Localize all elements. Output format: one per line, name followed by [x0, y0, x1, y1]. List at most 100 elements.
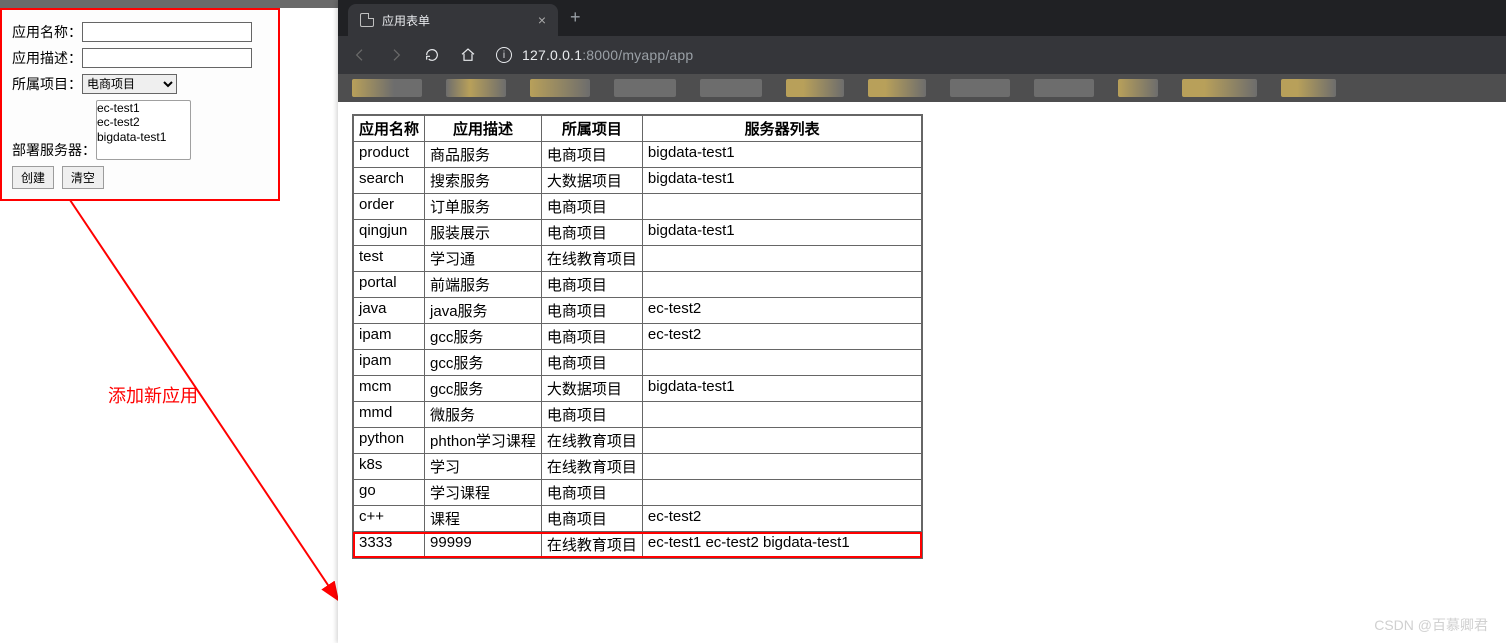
table-cell: 搜索服务	[425, 168, 542, 194]
table-cell: bigdata-test1	[642, 220, 922, 246]
clear-button[interactable]: 清空	[62, 166, 104, 189]
table-cell: bigdata-test1	[642, 376, 922, 402]
bookmark-item[interactable]	[868, 79, 926, 97]
table-cell: phthon学习课程	[425, 428, 542, 454]
table-cell: 大数据项目	[541, 168, 642, 194]
table-cell: c++	[353, 506, 425, 532]
bookmark-item[interactable]	[1182, 79, 1257, 97]
annotation-arrow	[60, 190, 350, 620]
bookmark-item[interactable]	[786, 79, 844, 97]
table-cell: 在线教育项目	[541, 454, 642, 480]
table-cell: 服装展示	[425, 220, 542, 246]
tab-title: 应用表单	[382, 12, 430, 29]
app-create-form: 应用名称： 应用描述： 所属项目： 电商项目 部署服务器： ec-test1ec…	[0, 8, 280, 201]
table-cell: 99999	[425, 532, 542, 559]
table-row: mmd微服务电商项目	[353, 402, 922, 428]
table-cell: mmd	[353, 402, 425, 428]
table-cell: 在线教育项目	[541, 532, 642, 559]
table-cell: 学习	[425, 454, 542, 480]
table-row: 333399999在线教育项目ec-test1 ec-test2 bigdata…	[353, 532, 922, 559]
table-cell: 订单服务	[425, 194, 542, 220]
table-cell: ec-test2	[642, 324, 922, 350]
table-cell: 电商项目	[541, 324, 642, 350]
bookmark-item[interactable]	[700, 79, 762, 97]
table-cell: 在线教育项目	[541, 246, 642, 272]
table-cell	[642, 454, 922, 480]
table-cell	[642, 480, 922, 506]
bookmark-item[interactable]	[352, 79, 422, 97]
table-row: order订单服务电商项目	[353, 194, 922, 220]
project-select[interactable]: 电商项目	[82, 74, 177, 94]
table-row: c++课程电商项目ec-test2	[353, 506, 922, 532]
table-cell: 电商项目	[541, 298, 642, 324]
table-cell	[642, 272, 922, 298]
table-cell: 电商项目	[541, 506, 642, 532]
bookmark-item[interactable]	[446, 79, 506, 97]
table-row: javajava服务电商项目ec-test2	[353, 298, 922, 324]
browser-tab[interactable]: 应用表单 ×	[348, 4, 558, 36]
table-cell: ec-test2	[642, 506, 922, 532]
table-row: test学习通在线教育项目	[353, 246, 922, 272]
table-cell: bigdata-test1	[642, 168, 922, 194]
site-info-icon[interactable]: i	[496, 47, 512, 63]
table-cell	[642, 246, 922, 272]
home-button[interactable]	[460, 47, 476, 63]
table-cell: qingjun	[353, 220, 425, 246]
bookmark-bar	[338, 74, 1506, 102]
table-cell: product	[353, 142, 425, 168]
watermark: CSDN @百慕卿君	[1374, 615, 1488, 635]
table-cell	[642, 402, 922, 428]
close-tab-icon[interactable]: ×	[538, 12, 546, 28]
annotation-label: 添加新应用	[108, 382, 198, 408]
table-cell: ec-test2	[642, 298, 922, 324]
app-name-label: 应用名称：	[12, 22, 82, 42]
bookmark-item[interactable]	[950, 79, 1010, 97]
table-cell: 学习通	[425, 246, 542, 272]
new-tab-button[interactable]: +	[558, 7, 593, 34]
table-row: ipamgcc服务电商项目	[353, 350, 922, 376]
table-cell: gcc服务	[425, 324, 542, 350]
table-row: product商品服务电商项目bigdata-test1	[353, 142, 922, 168]
server-option[interactable]: bigdata-test1	[97, 130, 190, 144]
table-header: 应用描述	[425, 115, 542, 142]
bookmark-item[interactable]	[614, 79, 676, 97]
table-cell: gcc服务	[425, 376, 542, 402]
table-row: qingjun服装展示电商项目bigdata-test1	[353, 220, 922, 246]
page-icon	[360, 13, 374, 27]
app-table: 应用名称应用描述所属项目服务器列表 product商品服务电商项目bigdata…	[352, 114, 923, 559]
table-cell: search	[353, 168, 425, 194]
back-button[interactable]	[352, 47, 368, 63]
create-button[interactable]: 创建	[12, 166, 54, 189]
app-name-input[interactable]	[82, 22, 252, 42]
bookmark-item[interactable]	[1281, 79, 1336, 97]
table-cell: ipam	[353, 324, 425, 350]
address-bar[interactable]: i 127.0.0.1:8000/myapp/app	[496, 47, 1492, 63]
server-option[interactable]: ec-test2	[97, 115, 190, 129]
deploy-server-listbox[interactable]: ec-test1ec-test2bigdata-test1	[96, 100, 191, 160]
table-cell: 电商项目	[541, 402, 642, 428]
deploy-label: 部署服务器：	[12, 100, 96, 160]
table-header: 所属项目	[541, 115, 642, 142]
table-cell: 3333	[353, 532, 425, 559]
table-cell: 电商项目	[541, 272, 642, 298]
table-cell: 课程	[425, 506, 542, 532]
bookmark-item[interactable]	[1118, 79, 1158, 97]
table-cell	[642, 350, 922, 376]
forward-button[interactable]	[388, 47, 404, 63]
reload-button[interactable]	[424, 47, 440, 63]
app-desc-input[interactable]	[82, 48, 252, 68]
table-cell: 前端服务	[425, 272, 542, 298]
app-desc-label: 应用描述：	[12, 48, 82, 68]
table-cell: order	[353, 194, 425, 220]
table-row: go学习课程电商项目	[353, 480, 922, 506]
server-option[interactable]: ec-test1	[97, 101, 190, 115]
table-cell: mcm	[353, 376, 425, 402]
browser-window: 应用表单 × + i 127.0.0.1:8000/myapp/app	[338, 0, 1506, 643]
table-row: pythonphthon学习课程在线教育项目	[353, 428, 922, 454]
project-label: 所属项目：	[12, 74, 82, 94]
bookmark-item[interactable]	[530, 79, 590, 97]
tab-strip: 应用表单 × +	[338, 0, 1506, 36]
table-cell: ec-test1 ec-test2 bigdata-test1	[642, 532, 922, 559]
table-row: mcmgcc服务大数据项目bigdata-test1	[353, 376, 922, 402]
bookmark-item[interactable]	[1034, 79, 1094, 97]
